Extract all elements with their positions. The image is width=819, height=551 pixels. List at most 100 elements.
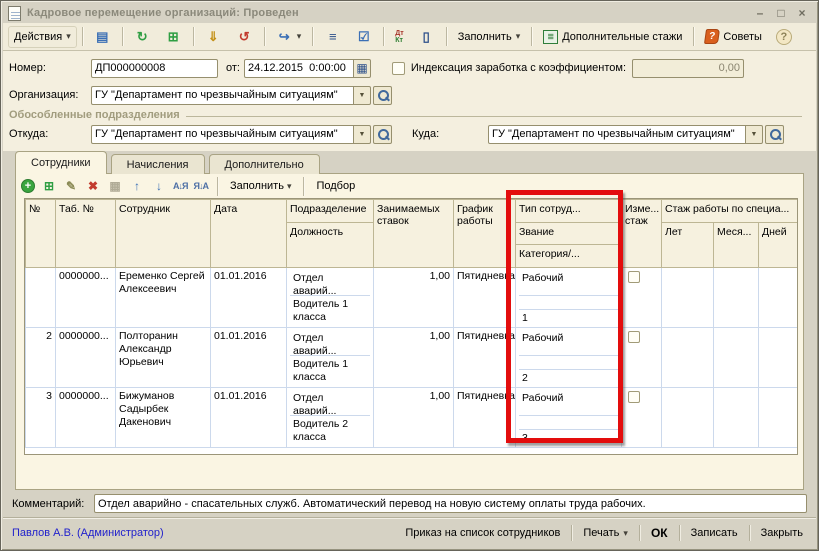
col-header-rank[interactable]: Звание	[516, 223, 622, 245]
sort-descending-button[interactable]: Я↓А	[193, 181, 207, 191]
tab-employees[interactable]: Сотрудники	[15, 151, 107, 174]
col-header-employee-type[interactable]: Тип сотруд...	[516, 200, 622, 223]
col-header-employee[interactable]: Сотрудник	[116, 200, 211, 268]
minimize-button[interactable]: –	[751, 6, 769, 21]
close-button[interactable]: ×	[793, 6, 811, 21]
months-cell[interactable]	[714, 388, 759, 448]
comment-input[interactable]	[94, 494, 807, 513]
change-seniority-cell[interactable]	[622, 328, 662, 388]
goto-button[interactable]: ↪ ▾	[270, 26, 308, 48]
add-row-button[interactable]: +	[21, 179, 35, 193]
date-input[interactable]	[244, 59, 354, 78]
col-header-tab-no[interactable]: Таб. №	[56, 200, 116, 268]
list-settings-button[interactable]: ☑	[349, 26, 378, 48]
tab-no-cell[interactable]: 0000000...	[56, 268, 116, 328]
move-down-button[interactable]: ↓	[151, 178, 167, 194]
table-row[interactable]: 3 0000000... Бижуманов Садырбек Дакенови…	[26, 388, 799, 448]
date-cell[interactable]: 01.01.2016	[211, 328, 287, 388]
organization-dropdown-button[interactable]: ▼	[354, 86, 371, 105]
move-up-button[interactable]: ↑	[129, 178, 145, 194]
postings-button[interactable]: ДтКт	[389, 26, 409, 48]
tab-accruals[interactable]: Начисления	[111, 154, 205, 174]
unpost-document-button[interactable]: ↺	[230, 26, 259, 48]
edit-row-button[interactable]: ✎	[63, 178, 79, 194]
employee-cell[interactable]: Бижуманов Садырбек Дакенович	[116, 388, 211, 448]
change-seniority-cell[interactable]	[622, 268, 662, 328]
from-search-button[interactable]	[373, 125, 392, 144]
table-row[interactable]: 2 0000000... Полторанин Александр Юрьеви…	[26, 328, 799, 388]
help-button[interactable]: ?	[770, 26, 798, 48]
calendar-button[interactable]: ▦	[354, 59, 371, 78]
actions-button[interactable]: Действия ▾	[8, 26, 77, 48]
from-input[interactable]	[91, 125, 354, 144]
col-header-seniority-group[interactable]: Стаж работы по специа...	[662, 200, 799, 223]
close-form-button[interactable]: Закрыть	[757, 525, 807, 541]
additional-seniority-button[interactable]: ≣ Дополнительные стажи	[537, 26, 688, 48]
col-header-num[interactable]: №	[26, 200, 56, 268]
days-cell[interactable]	[759, 268, 799, 328]
pick-button[interactable]: Подбор	[313, 180, 358, 192]
sort-ascending-button[interactable]: А↓Я	[173, 181, 187, 191]
department-position-cell[interactable]: Отдел аварий... Водитель 2 класса	[287, 388, 374, 448]
delete-row-button[interactable]: ✖	[85, 178, 101, 194]
employee-cell[interactable]: Полторанин Александр Юрьевич	[116, 328, 211, 388]
table-row[interactable]: 1 0000000... Еременко Сергей Алексеевич …	[26, 268, 799, 328]
order-for-employee-list-button[interactable]: Приказ на список сотрудников	[401, 525, 564, 541]
row-number-cell-selected[interactable]: 1	[26, 268, 56, 328]
change-seniority-checkbox[interactable]	[628, 331, 640, 343]
save-button[interactable]: Записать	[687, 525, 742, 541]
tab-additional[interactable]: Дополнительно	[209, 154, 320, 174]
employee-type-cell[interactable]: Рабочий 1	[516, 268, 622, 328]
col-header-months[interactable]: Меся...	[714, 223, 759, 268]
change-seniority-checkbox[interactable]	[628, 271, 640, 283]
grid-fill-button[interactable]: Заполнить ▾	[227, 180, 295, 192]
copy-add-button[interactable]: ⊞	[159, 26, 188, 48]
indexation-checkbox[interactable]	[392, 62, 405, 75]
record-button[interactable]: ▤	[88, 26, 117, 48]
col-header-date[interactable]: Дата	[211, 200, 287, 268]
report-button[interactable]: ▯	[412, 26, 441, 48]
post-document-button[interactable]: ⇓	[199, 26, 228, 48]
to-input[interactable]	[488, 125, 746, 144]
end-edit-button[interactable]: ▦	[107, 178, 123, 194]
employee-type-cell[interactable]: Рабочий 2	[516, 328, 622, 388]
indexation-coefficient-input[interactable]	[632, 59, 744, 78]
rate-cell[interactable]: 1,00	[374, 328, 454, 388]
to-search-button[interactable]	[765, 125, 784, 144]
row-number-cell[interactable]: 2	[26, 328, 56, 388]
change-seniority-cell[interactable]	[622, 388, 662, 448]
col-header-rate[interactable]: Занимаемых ставок	[374, 200, 454, 268]
days-cell[interactable]	[759, 328, 799, 388]
col-header-change-seniority[interactable]: Изме... стаж	[622, 200, 662, 268]
from-dropdown-button[interactable]: ▼	[354, 125, 371, 144]
employee-type-cell[interactable]: Рабочий 3	[516, 388, 622, 448]
col-header-schedule[interactable]: График работы	[454, 200, 516, 268]
tips-button[interactable]: ? Советы	[699, 26, 767, 48]
refresh-button[interactable]: ↻	[128, 26, 157, 48]
col-header-years[interactable]: Лет	[662, 223, 714, 268]
department-position-cell[interactable]: Отдел аварий... Водитель 1 класса	[287, 328, 374, 388]
department-position-cell[interactable]: Отдел аварий... Водитель 1 класса	[287, 268, 374, 328]
organization-search-button[interactable]	[373, 86, 392, 105]
number-input[interactable]	[91, 59, 218, 78]
days-cell[interactable]	[759, 388, 799, 448]
copy-row-button[interactable]: ⊞	[41, 178, 57, 194]
tab-no-cell[interactable]: 0000000...	[56, 328, 116, 388]
schedule-cell[interactable]: Пятидневка	[454, 388, 516, 448]
rate-cell[interactable]: 1,00	[374, 268, 454, 328]
rate-cell[interactable]: 1,00	[374, 388, 454, 448]
col-header-position[interactable]: Должность	[287, 223, 374, 268]
months-cell[interactable]	[714, 328, 759, 388]
list-structure-button[interactable]: ≡	[318, 26, 347, 48]
col-header-days[interactable]: Дней	[759, 223, 799, 268]
date-cell[interactable]: 01.01.2016	[211, 388, 287, 448]
months-cell[interactable]	[714, 268, 759, 328]
years-cell[interactable]	[662, 388, 714, 448]
years-cell[interactable]	[662, 328, 714, 388]
employee-cell[interactable]: Еременко Сергей Алексеевич	[116, 268, 211, 328]
maximize-button[interactable]: □	[772, 6, 790, 21]
date-cell[interactable]: 01.01.2016	[211, 268, 287, 328]
print-button[interactable]: Печать ▾	[579, 525, 632, 541]
col-header-category[interactable]: Категория/...	[516, 245, 622, 268]
fill-button[interactable]: Заполнить ▾	[452, 26, 527, 48]
